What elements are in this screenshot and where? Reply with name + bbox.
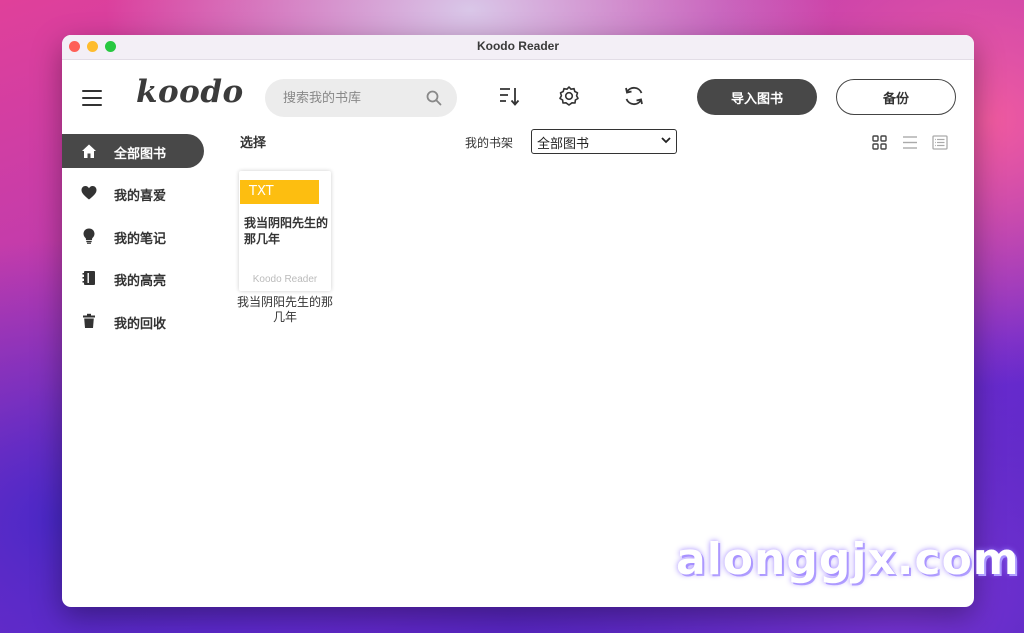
shelf-label: 我的书架 (465, 136, 514, 150)
backup-button[interactable]: 备份 (836, 79, 956, 115)
grid-view-icon[interactable] (872, 135, 887, 150)
format-badge: TXT (240, 180, 319, 204)
cover-title: 我当阴阳先生的那几年 (244, 216, 329, 246)
sync-icon[interactable] (623, 85, 645, 107)
book-title[interactable]: 我当阴阳先生的那几年 (235, 295, 335, 325)
heart-icon (81, 186, 97, 200)
shelf-select-value: 全部图书 (537, 137, 590, 152)
sidebar-item-favorites[interactable]: 我的喜爱 (62, 176, 204, 210)
app-logo: koodo (136, 74, 244, 110)
sidebar-item-label: 我的喜爱 (114, 189, 167, 204)
list-view-icon[interactable] (902, 135, 918, 150)
import-books-button[interactable]: 导入图书 (697, 79, 817, 115)
sidebar-item-label: 我的高亮 (114, 274, 167, 289)
search-icon[interactable] (426, 90, 442, 106)
notebook-icon (82, 271, 95, 285)
trash-icon (83, 313, 95, 328)
sidebar-item-label: 我的回收 (114, 317, 167, 332)
sidebar-item-trash[interactable]: 我的回收 (62, 304, 204, 338)
chevron-down-icon (661, 137, 671, 144)
app-window: Koodo Reader koodo 导入图书 备份 全部图书 (62, 35, 974, 607)
sidebar-item-notes[interactable]: 我的笔记 (62, 219, 204, 253)
select-mode-button[interactable]: 选择 (240, 132, 266, 151)
watermark: alonggjx.com (676, 534, 1020, 585)
menu-icon[interactable] (82, 90, 102, 106)
sidebar-item-highlights[interactable]: 我的高亮 (62, 261, 204, 295)
book-cover[interactable]: TXT 我当阴阳先生的那几年 Koodo Reader (239, 171, 331, 291)
cover-brand: Koodo Reader (252, 274, 318, 285)
sidebar-item-all-books[interactable]: 全部图书 (62, 134, 204, 168)
sidebar-item-label: 全部图书 (114, 147, 167, 162)
bulb-icon (83, 228, 95, 244)
settings-icon[interactable] (558, 85, 580, 107)
sidebar-item-label: 我的笔记 (114, 232, 167, 247)
shelf-select[interactable]: 全部图书 (531, 129, 677, 154)
card-view-icon[interactable] (932, 135, 948, 150)
window-title: Koodo Reader (476, 39, 559, 53)
home-icon (82, 144, 96, 158)
sort-icon[interactable] (498, 85, 520, 107)
title-bar: Koodo Reader (62, 35, 974, 60)
